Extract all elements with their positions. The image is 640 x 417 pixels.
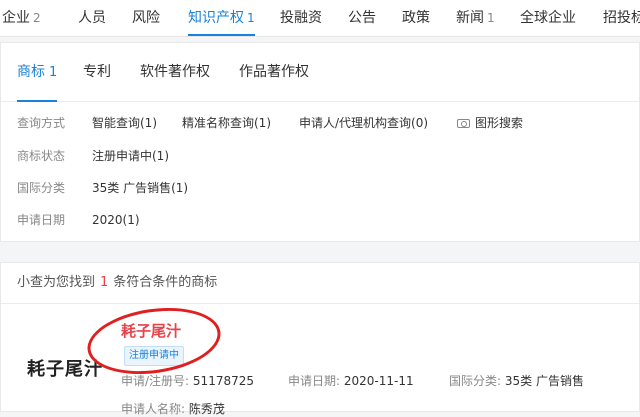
tab-label: 知识产权 (188, 10, 244, 26)
tab-label: 投融资 (280, 10, 322, 26)
tab-risk[interactable]: 风险 (132, 0, 160, 36)
filter-label: 申请日期 (17, 213, 66, 227)
tab-label: 企业 (2, 10, 30, 26)
subtab-trademark[interactable]: 商标 1 (17, 43, 58, 102)
subtab-label: 作品著作权 (239, 64, 309, 80)
meta-intl-class: 国际分类: 35类 广告销售 (449, 373, 584, 389)
tab-people[interactable]: 人员 (78, 0, 106, 36)
tab-bidding[interactable]: 招投标 (603, 0, 640, 36)
meta-value: 51178725 (192, 374, 254, 388)
option-applicant-query[interactable]: 申请人/代理机构查询(0) (299, 113, 428, 133)
tab-enterprise[interactable]: 企业 2 (2, 0, 41, 36)
tab-intellectual-property[interactable]: 知识产权 1 (188, 0, 255, 36)
option-image-search-label: 图形搜索 (475, 116, 524, 130)
tab-label: 风险 (132, 10, 160, 26)
result-summary: 小查为您找到 1 条符合条件的商标 (17, 263, 217, 303)
tab-global-enterprise[interactable]: 全球企业 (520, 0, 576, 36)
tab-label: 政策 (402, 10, 430, 26)
meta-value: 35类 广告销售 (504, 374, 584, 388)
result-count: 1 (100, 275, 109, 290)
option-class-35[interactable]: 35类 广告销售(1) (92, 178, 188, 198)
divider (1, 303, 639, 304)
meta-label: 申请日期: (288, 374, 341, 388)
tab-announcement[interactable]: 公告 (348, 0, 376, 36)
top-nav: 企业 2 人员 风险 知识产权 1 投融资 公告 政策 新闻 1 全球企业 招投标 (0, 0, 640, 37)
tab-label: 新闻 (456, 10, 484, 26)
meta-label: 国际分类: (449, 374, 502, 388)
tab-news[interactable]: 新闻 1 (456, 0, 495, 36)
option-exact-name-query[interactable]: 精准名称查询(1) (182, 113, 271, 133)
tab-count: 1 (247, 11, 255, 25)
filter-label: 商标状态 (17, 149, 66, 163)
meta-value[interactable]: 陈秀茂 (189, 402, 225, 416)
filter-label: 查询方式 (17, 116, 66, 130)
result-panel: 小查为您找到 1 条符合条件的商标 耗子尾汁 耗子尾汁 注册申请中 申请/注册号: … (0, 262, 640, 416)
subtab-label: 软件著作权 (140, 64, 210, 80)
subtab-patent[interactable]: 专利 (83, 43, 111, 101)
meta-label: 申请人名称: (121, 402, 186, 416)
filter-panel: 商标 1 专利 软件著作权 作品著作权 查询方式 智能查询(1) 精准名称查询(1… (0, 42, 640, 242)
subtab-work-copyright[interactable]: 作品著作权 (239, 43, 309, 101)
result-prefix: 小查为您找到 (17, 275, 96, 290)
tab-label: 招投标 (603, 10, 640, 26)
option-image-search[interactable]: 图形搜索 (457, 113, 523, 133)
tab-policy[interactable]: 政策 (402, 0, 430, 36)
meta-applicant: 申请人名称: 陈秀茂 (121, 401, 225, 417)
result-suffix: 条符合条件的商标 (113, 275, 218, 290)
option-year-2020[interactable]: 2020(1) (92, 210, 140, 230)
meta-label: 申请/注册号: (121, 374, 190, 388)
tab-label: 公告 (348, 10, 376, 26)
red-circle-annotation (83, 299, 225, 383)
tab-count: 1 (487, 11, 495, 25)
tab-label: 全球企业 (520, 10, 576, 26)
tab-investment[interactable]: 投融资 (280, 0, 322, 36)
option-smart-query[interactable]: 智能查询(1) (92, 113, 157, 133)
meta-value: 2020-11-11 (343, 374, 414, 388)
meta-apply-date: 申请日期: 2020-11-11 (288, 373, 414, 389)
meta-reg-no: 申请/注册号: 51178725 (121, 373, 254, 389)
filter-label: 国际分类 (17, 181, 66, 195)
subtab-software-copyright[interactable]: 软件著作权 (140, 43, 210, 101)
subtab-count: 1 (49, 65, 58, 80)
subtab-label: 商标 (17, 64, 45, 80)
option-status-applying[interactable]: 注册申请中(1) (92, 146, 169, 166)
tab-count: 2 (33, 11, 41, 25)
tab-label: 人员 (78, 10, 106, 26)
subtab-label: 专利 (83, 64, 111, 80)
camera-icon (457, 119, 470, 128)
sub-tabs: 商标 1 专利 软件著作权 作品著作权 (1, 43, 639, 102)
